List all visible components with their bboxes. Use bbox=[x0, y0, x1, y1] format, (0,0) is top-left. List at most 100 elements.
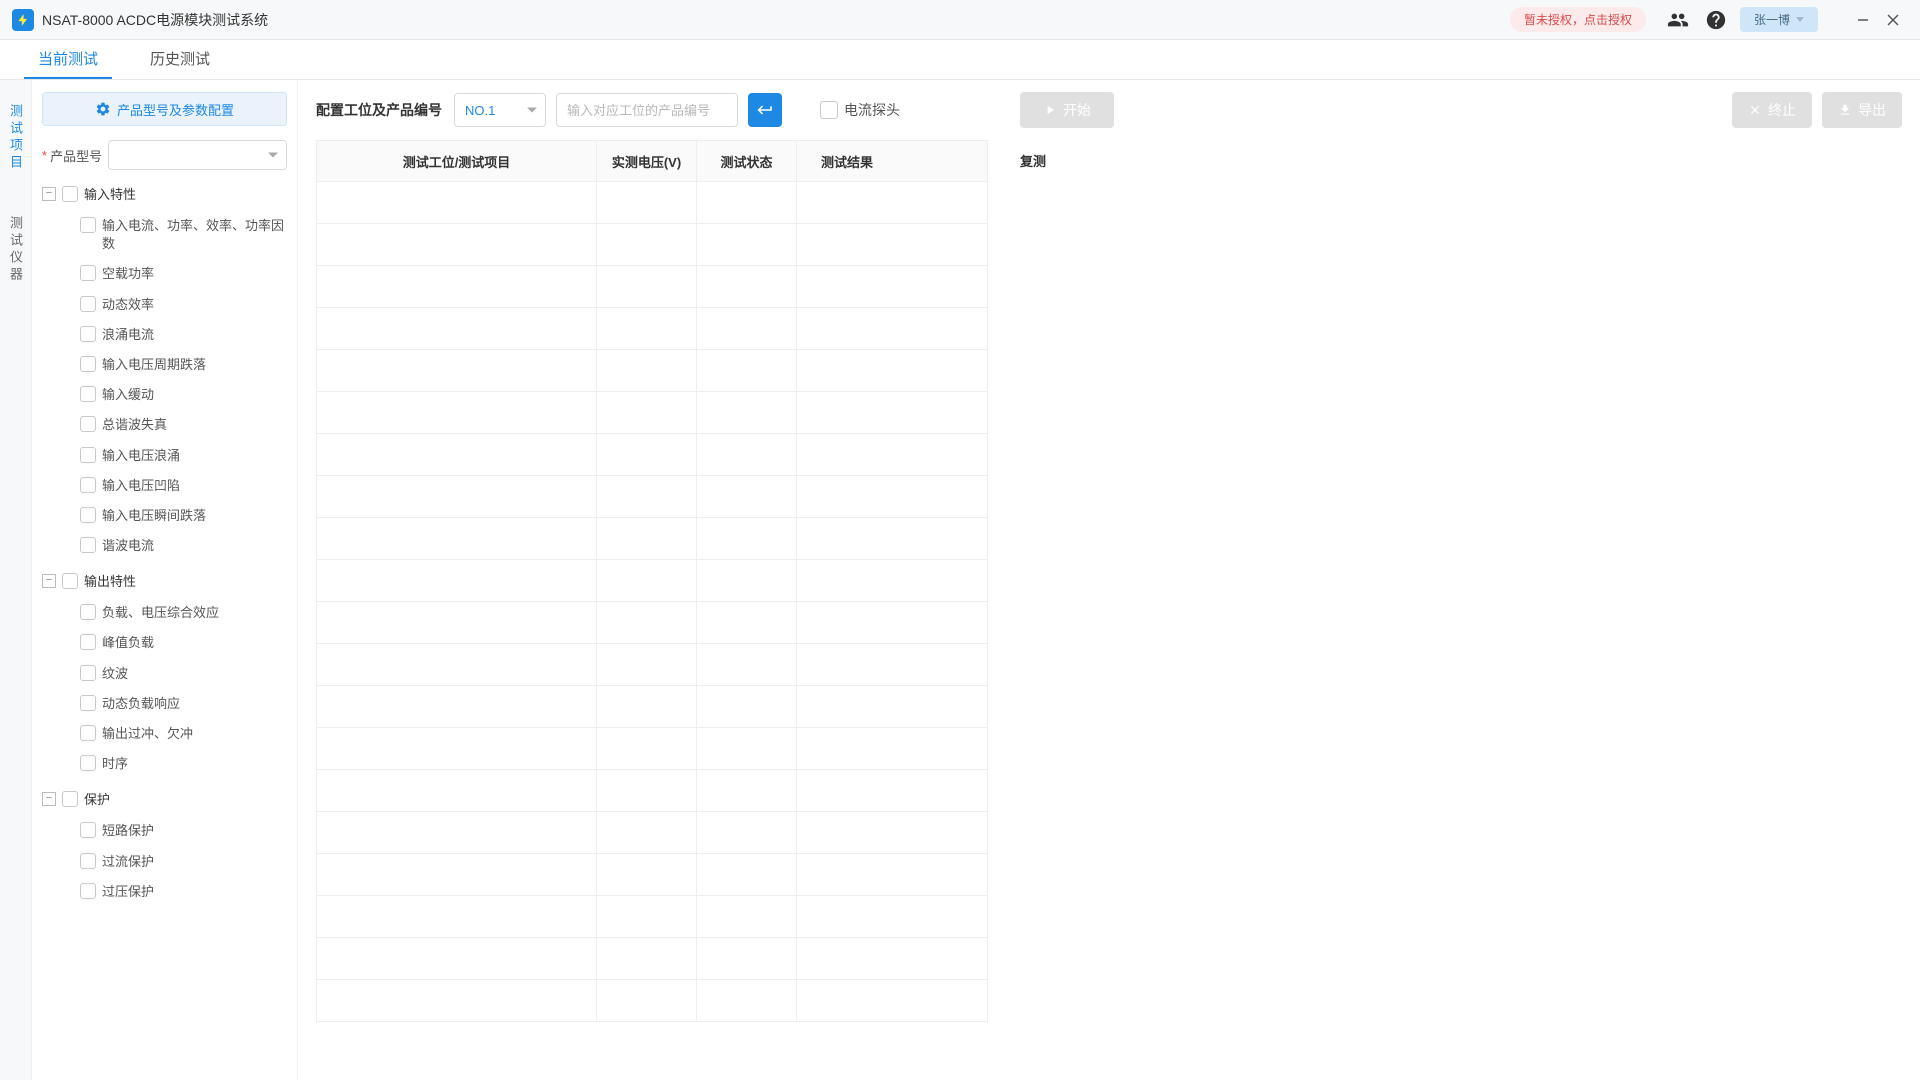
category-label: 保护 bbox=[84, 789, 110, 808]
item-checkbox[interactable] bbox=[80, 883, 96, 899]
table-row bbox=[317, 727, 987, 769]
users-icon[interactable] bbox=[1664, 6, 1692, 34]
item-label: 峰值负载 bbox=[102, 634, 154, 652]
export-button[interactable]: 导出 bbox=[1822, 92, 1902, 128]
enter-button[interactable] bbox=[748, 93, 782, 127]
table-row bbox=[317, 307, 987, 349]
category-checkbox[interactable] bbox=[62, 791, 78, 807]
gear-icon bbox=[95, 101, 111, 117]
item-label: 谐波电流 bbox=[102, 537, 154, 555]
station-select[interactable]: NO.1 bbox=[454, 93, 546, 127]
results-table: 测试工位/测试项目 实测电压(V) 测试状态 测试结果 bbox=[316, 140, 988, 1022]
item-label: 输入缓动 bbox=[102, 386, 154, 404]
export-button-label: 导出 bbox=[1858, 100, 1886, 120]
download-icon bbox=[1838, 103, 1852, 117]
item-checkbox[interactable] bbox=[80, 537, 96, 553]
item-label: 输入电压周期跌落 bbox=[102, 356, 206, 374]
table-row bbox=[317, 517, 987, 559]
table-row bbox=[317, 937, 987, 979]
config-button[interactable]: 产品型号及参数配置 bbox=[42, 92, 287, 126]
rail-test-project[interactable]: 测试项目 bbox=[6, 94, 25, 182]
category-checkbox[interactable] bbox=[62, 186, 78, 202]
category-label: 输出特性 bbox=[84, 571, 136, 590]
item-checkbox[interactable] bbox=[80, 755, 96, 771]
item-checkbox[interactable] bbox=[80, 604, 96, 620]
tab-history-test[interactable]: 历史测试 bbox=[136, 40, 224, 79]
table-row bbox=[317, 559, 987, 601]
item-checkbox[interactable] bbox=[80, 296, 96, 312]
rail-test-instrument[interactable]: 测试仪器 bbox=[6, 206, 25, 294]
item-checkbox[interactable] bbox=[80, 265, 96, 281]
table-row bbox=[317, 853, 987, 895]
item-checkbox[interactable] bbox=[80, 386, 96, 402]
table-row bbox=[317, 475, 987, 517]
chevron-down-icon bbox=[1796, 17, 1804, 22]
item-checkbox[interactable] bbox=[80, 822, 96, 838]
product-number-input[interactable] bbox=[556, 93, 738, 127]
item-checkbox[interactable] bbox=[80, 695, 96, 711]
table-row bbox=[317, 223, 987, 265]
item-label: 空载功率 bbox=[102, 265, 154, 283]
table-row bbox=[317, 769, 987, 811]
tree-collapse-toggle[interactable]: − bbox=[42, 187, 56, 201]
item-checkbox[interactable] bbox=[80, 507, 96, 523]
item-label: 总谐波失真 bbox=[102, 416, 167, 434]
tree-collapse-toggle[interactable]: − bbox=[42, 792, 56, 806]
th-station-item: 测试工位/测试项目 bbox=[317, 141, 597, 181]
item-label: 负载、电压综合效应 bbox=[102, 604, 219, 622]
authorize-pill[interactable]: 暂未授权，点击授权 bbox=[1510, 7, 1646, 32]
table-row bbox=[317, 811, 987, 853]
item-checkbox[interactable] bbox=[80, 665, 96, 681]
table-row bbox=[317, 265, 987, 307]
item-label: 输出过冲、欠冲 bbox=[102, 725, 193, 743]
item-checkbox[interactable] bbox=[80, 725, 96, 741]
item-checkbox[interactable] bbox=[80, 447, 96, 463]
tab-current-test[interactable]: 当前测试 bbox=[24, 40, 112, 79]
item-label: 输入电压瞬间跌落 bbox=[102, 507, 206, 525]
item-label: 时序 bbox=[102, 755, 128, 773]
item-label: 浪涌电流 bbox=[102, 326, 154, 344]
item-label: 过压保护 bbox=[102, 883, 154, 901]
item-label: 纹波 bbox=[102, 665, 128, 683]
table-row bbox=[317, 685, 987, 727]
chevron-down-icon bbox=[527, 108, 537, 113]
table-row bbox=[317, 979, 987, 1021]
item-label: 动态负载响应 bbox=[102, 695, 180, 713]
table-row bbox=[317, 643, 987, 685]
start-button[interactable]: 开始 bbox=[1020, 92, 1114, 128]
th-retest: 复测 bbox=[988, 140, 1078, 180]
item-checkbox[interactable] bbox=[80, 356, 96, 372]
stop-button[interactable]: 终止 bbox=[1732, 92, 1812, 128]
station-label: 配置工位及产品编号 bbox=[316, 100, 442, 120]
user-name: 张一博 bbox=[1754, 11, 1790, 28]
config-button-label: 产品型号及参数配置 bbox=[117, 100, 234, 119]
close-icon bbox=[1748, 103, 1762, 117]
category-label: 输入特性 bbox=[84, 184, 136, 203]
close-button[interactable] bbox=[1878, 0, 1908, 40]
table-row bbox=[317, 181, 987, 223]
app-title: NSAT-8000 ACDC电源模块测试系统 bbox=[42, 10, 1510, 30]
item-checkbox[interactable] bbox=[80, 634, 96, 650]
th-status: 测试状态 bbox=[697, 141, 797, 181]
item-label: 短路保护 bbox=[102, 822, 154, 840]
item-label: 输入电流、功率、效率、功率因数 bbox=[102, 217, 287, 253]
th-result: 测试结果 bbox=[797, 141, 897, 181]
minimize-button[interactable] bbox=[1848, 0, 1878, 40]
item-checkbox[interactable] bbox=[80, 217, 96, 233]
user-menu[interactable]: 张一博 bbox=[1740, 7, 1818, 32]
play-icon bbox=[1043, 103, 1057, 117]
category-checkbox[interactable] bbox=[62, 573, 78, 589]
tree-collapse-toggle[interactable]: − bbox=[42, 574, 56, 588]
item-checkbox[interactable] bbox=[80, 416, 96, 432]
current-probe-checkbox[interactable] bbox=[820, 101, 838, 119]
product-model-label: 产品型号 bbox=[50, 146, 102, 165]
item-checkbox[interactable] bbox=[80, 853, 96, 869]
item-label: 动态效率 bbox=[102, 296, 154, 314]
table-row bbox=[317, 433, 987, 475]
th-voltage: 实测电压(V) bbox=[597, 141, 697, 181]
item-checkbox[interactable] bbox=[80, 326, 96, 342]
item-checkbox[interactable] bbox=[80, 477, 96, 493]
product-model-select[interactable] bbox=[108, 140, 287, 170]
help-icon[interactable] bbox=[1702, 6, 1730, 34]
stop-button-label: 终止 bbox=[1768, 100, 1796, 120]
